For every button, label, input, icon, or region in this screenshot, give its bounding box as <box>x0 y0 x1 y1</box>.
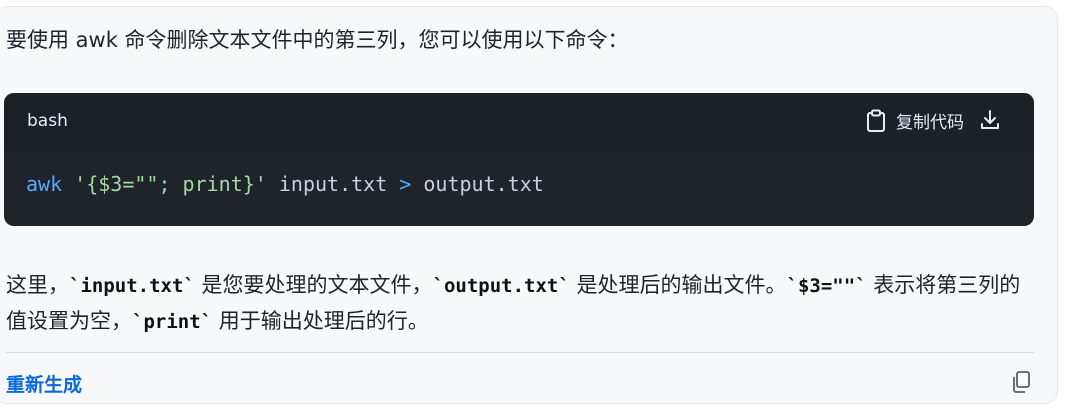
copy-code-button[interactable]: 复制代码 <box>866 108 964 133</box>
code-block: bash 复制代码 awk '{$3=""; print}' input.txt… <box>4 93 1034 226</box>
explanation-text: 这里， <box>6 273 69 297</box>
code-line: awk '{$3=""; print}' input.txt > output.… <box>26 172 544 196</box>
copy-message-button[interactable] <box>1010 370 1034 394</box>
download-icon <box>981 110 999 129</box>
inline-code: `$3=""` <box>786 275 867 297</box>
explanation-text: 是您要处理的文本文件， <box>194 273 433 297</box>
copy-code-label: 复制代码 <box>896 113 964 133</box>
code-token-command: awk <box>26 172 63 196</box>
code-token-redirect: > <box>399 172 412 196</box>
regenerate-button[interactable]: 重新生成 <box>6 370 82 397</box>
code-token-script: '{$3=""; print}' <box>74 172 267 196</box>
code-token-output-file: output.txt <box>411 172 544 196</box>
message-intro: 要使用 awk 命令删除文本文件中的第三列，您可以使用以下命令： <box>6 28 629 52</box>
code-language-label: bash <box>27 111 68 131</box>
inline-code: `print` <box>132 311 213 333</box>
explanation-paragraph: 这里，`input.txt` 是您要处理的文本文件，`output.txt` 是… <box>6 268 1038 340</box>
divider <box>6 352 1034 353</box>
clipboard-icon <box>867 109 885 132</box>
copy-icon <box>1013 371 1030 393</box>
explanation-text: 用于输出处理后的行。 <box>212 309 429 333</box>
download-code-button[interactable] <box>976 106 1004 134</box>
inline-code: `input.txt` <box>69 275 195 297</box>
explanation-text: 是处理后的输出文件。 <box>569 273 787 297</box>
code-block-header: bash 复制代码 <box>4 93 1034 151</box>
inline-code: `output.txt` <box>432 275 570 297</box>
code-token-input-file: input.txt <box>266 172 400 196</box>
